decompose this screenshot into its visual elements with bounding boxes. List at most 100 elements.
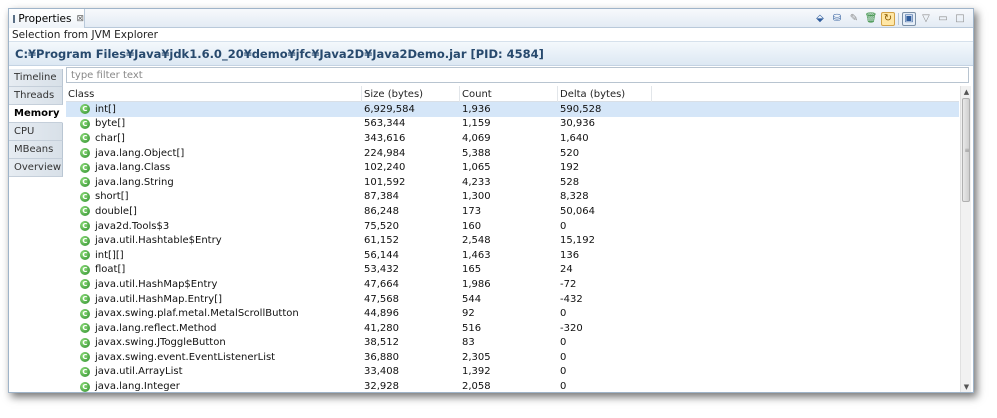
class-cell: Cjava.lang.Class bbox=[66, 162, 362, 173]
column-header-class[interactable]: Class bbox=[66, 86, 362, 102]
table-row[interactable]: Cint[] 6,929,584 1,936 590,528 bbox=[66, 102, 959, 117]
delta-cell: 0 bbox=[560, 381, 567, 392]
table-row[interactable]: Cshort[] 87,384 1,300 8,328 bbox=[66, 190, 959, 205]
class-name: java.util.Hashtable$Entry bbox=[95, 235, 222, 247]
column-header-count[interactable]: Count bbox=[460, 86, 558, 102]
size-cell: 36,880 bbox=[364, 351, 399, 363]
size-cell: 41,280 bbox=[364, 322, 399, 334]
heap-dump-icon[interactable]: ⛁ bbox=[830, 12, 844, 26]
tab-mbeans[interactable]: MBeans bbox=[9, 141, 63, 159]
properties-tab[interactable]: Properties ⊠ bbox=[9, 9, 85, 28]
delta-cell: 0 bbox=[560, 220, 567, 232]
scroll-down-icon[interactable]: ▼ bbox=[961, 381, 972, 392]
table-row[interactable]: Cjava.lang.Object[] 224,984 5,388 520 bbox=[66, 146, 959, 161]
tab-memory[interactable]: Memory bbox=[9, 105, 63, 123]
class-cell: Cjava.lang.reflect.Method bbox=[66, 323, 362, 334]
delta-cell: 1,640 bbox=[560, 132, 589, 144]
table-row[interactable]: Cint[][] 56,144 1,463 136 bbox=[66, 248, 959, 263]
table-row[interactable]: Cjava.util.Hashtable$Entry 61,152 2,548 15,… bbox=[66, 233, 959, 248]
table-body: Cint[] 6,929,584 1,936 590,528 Cbyte[] 563,34… bbox=[66, 102, 959, 392]
size-cell: 38,512 bbox=[364, 337, 399, 349]
table-row[interactable]: Cjavax.swing.plaf.metal.MetalScrollButto… bbox=[66, 306, 959, 321]
side-tabs: Timeline Threads Memory CPU MBeans Overv… bbox=[9, 69, 63, 177]
size-cell: 6,929,584 bbox=[364, 103, 415, 115]
class-icon: C bbox=[80, 264, 90, 275]
table-row[interactable]: Cdouble[] 86,248 173 50,064 bbox=[66, 204, 959, 219]
filter-input[interactable] bbox=[66, 67, 969, 83]
count-cell: 1,936 bbox=[462, 103, 491, 115]
table-row[interactable]: Cfloat[] 53,432 165 24 bbox=[66, 263, 959, 278]
column-header-delta[interactable]: Delta (bytes) bbox=[558, 86, 652, 102]
size-cell: 102,240 bbox=[364, 162, 406, 174]
count-cell: 1,986 bbox=[462, 278, 491, 290]
class-icon: C bbox=[80, 118, 90, 129]
class-name: java.util.ArrayList bbox=[95, 366, 183, 378]
size-cell: 343,616 bbox=[364, 132, 406, 144]
count-cell: 83 bbox=[462, 337, 475, 349]
class-cell: Cbyte[] bbox=[66, 118, 362, 129]
properties-tab-label: Properties bbox=[18, 12, 72, 25]
table-row[interactable]: Cbyte[] 563,344 1,159 30,936 bbox=[66, 117, 959, 132]
size-cell: 87,384 bbox=[364, 191, 399, 203]
count-cell: 1,065 bbox=[462, 162, 491, 174]
table-row[interactable]: Cchar[] 343,616 4,069 1,640 bbox=[66, 131, 959, 146]
class-icon: C bbox=[80, 366, 90, 377]
table-row[interactable]: Cjavax.swing.JToggleButton 38,512 83 0 bbox=[66, 336, 959, 351]
count-cell: 516 bbox=[462, 322, 482, 334]
tab-cpu[interactable]: CPU bbox=[9, 123, 63, 141]
scroll-up-icon[interactable]: ▲ bbox=[961, 86, 972, 97]
minimize-icon[interactable]: ▭ bbox=[936, 12, 950, 26]
table-row[interactable]: Cjava.util.HashMap$Entry 47,664 1,986 -72 bbox=[66, 277, 959, 292]
table-row[interactable]: Cjavax.swing.event.EventListenerList 36,8… bbox=[66, 350, 959, 365]
class-icon: C bbox=[80, 323, 90, 334]
table-row[interactable]: Cjava.lang.reflect.Method 41,280 516 -320 bbox=[66, 321, 959, 336]
tab-threads[interactable]: Threads bbox=[9, 87, 63, 105]
class-cell: Cjava2d.Tools$3 bbox=[66, 221, 362, 232]
count-cell: 92 bbox=[462, 308, 475, 320]
column-header-size[interactable]: Size (bytes) bbox=[362, 86, 460, 102]
class-cell: Cjava.util.HashMap$Entry bbox=[66, 279, 362, 290]
class-icon: C bbox=[80, 191, 90, 202]
table-row[interactable]: Cjava.util.HashMap.Entry[] 47,568 544 -432 bbox=[66, 292, 959, 307]
table-row[interactable]: Cjava2d.Tools$3 75,520 160 0 bbox=[66, 219, 959, 234]
delta-cell: 15,192 bbox=[560, 235, 595, 247]
class-name: java.lang.String bbox=[95, 176, 174, 188]
vertical-scrollbar[interactable]: ▲ ≡ ▼ bbox=[960, 86, 971, 392]
count-cell: 2,058 bbox=[462, 381, 491, 392]
size-cell: 75,520 bbox=[364, 220, 399, 232]
close-icon[interactable]: ⊠ bbox=[76, 14, 84, 24]
toolbar-separator bbox=[898, 12, 899, 25]
clear-icon[interactable]: ✎ bbox=[847, 12, 861, 26]
delta-cell: 528 bbox=[560, 176, 580, 188]
menu-icon[interactable]: ▽ bbox=[919, 12, 933, 26]
trash-icon[interactable]: 🗑 bbox=[864, 12, 878, 26]
class-icon: C bbox=[80, 133, 90, 144]
count-cell: 1,392 bbox=[462, 366, 491, 378]
class-cell: Cjavax.swing.JToggleButton bbox=[66, 337, 362, 348]
class-name: int[][] bbox=[95, 249, 124, 261]
table-row[interactable]: Cjava.lang.String 101,592 4,233 528 bbox=[66, 175, 959, 190]
maximize-icon[interactable]: □ bbox=[953, 12, 967, 26]
class-icon: C bbox=[80, 206, 90, 217]
class-icon: C bbox=[80, 352, 90, 363]
class-cell: Cjava.lang.Integer bbox=[66, 381, 362, 392]
table-row[interactable]: Cjava.lang.Class 102,240 1,065 192 bbox=[66, 160, 959, 175]
class-name: double[] bbox=[95, 205, 137, 217]
class-icon: C bbox=[80, 235, 90, 246]
refresh-icon[interactable]: ↻ bbox=[881, 11, 895, 26]
tab-timeline[interactable]: Timeline bbox=[9, 69, 63, 87]
class-icon: C bbox=[80, 104, 90, 115]
delta-cell: -432 bbox=[560, 293, 583, 305]
class-name: java.util.HashMap$Entry bbox=[95, 278, 218, 290]
gc-icon[interactable]: ⬙ bbox=[813, 12, 827, 26]
delta-cell: 0 bbox=[560, 337, 567, 349]
scroll-thumb[interactable]: ≡ bbox=[962, 98, 970, 202]
table-row[interactable]: Cjava.lang.Integer 32,928 2,058 0 bbox=[66, 379, 959, 392]
pin-icon[interactable]: ▣ bbox=[902, 11, 916, 26]
count-cell: 2,305 bbox=[462, 351, 491, 363]
table-row[interactable]: Cjava.util.ArrayList 33,408 1,392 0 bbox=[66, 365, 959, 380]
tab-overview[interactable]: Overview bbox=[9, 159, 63, 177]
size-cell: 47,664 bbox=[364, 278, 399, 290]
class-cell: Cjava.lang.String bbox=[66, 177, 362, 188]
properties-icon bbox=[13, 14, 16, 23]
